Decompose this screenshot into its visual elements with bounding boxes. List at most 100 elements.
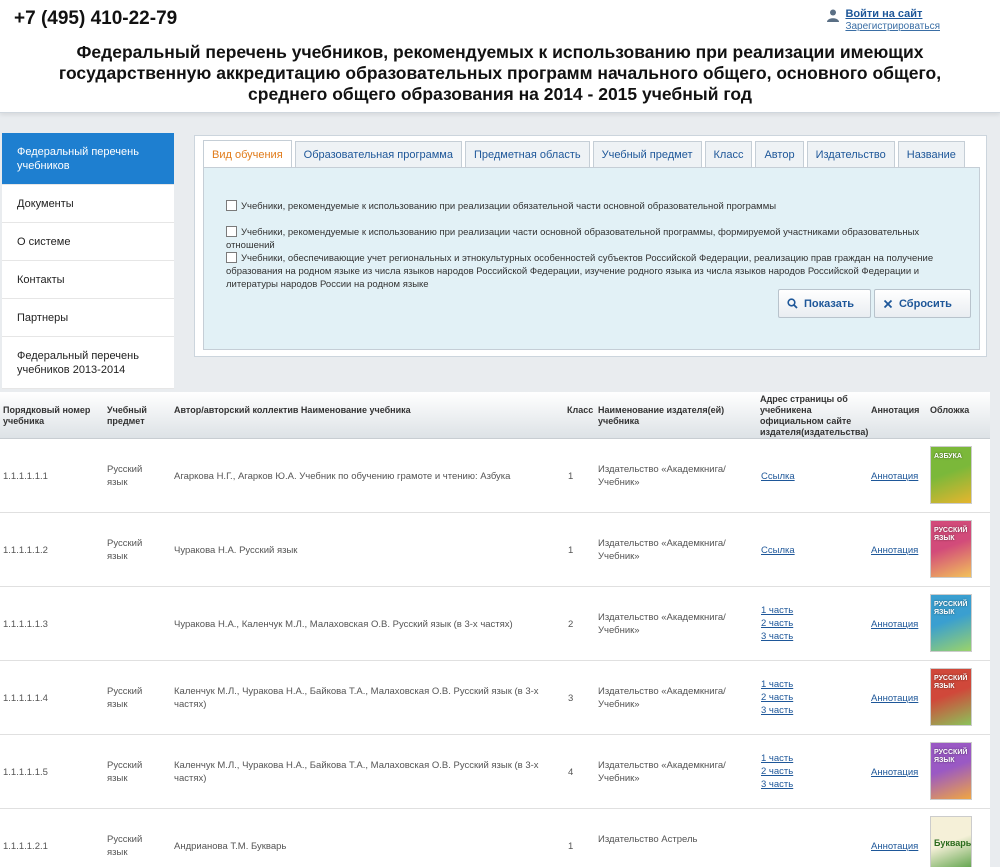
user-icon xyxy=(827,9,840,22)
cover-title: Букварь xyxy=(934,838,972,848)
publisher-link[interactable]: 1 часть xyxy=(761,678,793,691)
table-row: 1.1.1.1.2.1 Русский язык Андрианова Т.М. Б… xyxy=(0,809,990,867)
book-cover[interactable]: РУССКИЙ ЯЗЫК xyxy=(930,668,972,726)
cover-title: РУССКИЙ ЯЗЫК xyxy=(934,675,968,690)
sidebar-item-contacts[interactable]: Контакты xyxy=(2,261,174,299)
publisher-link[interactable]: 1 часть xyxy=(761,752,793,765)
book-cover[interactable]: Букварь xyxy=(930,816,972,867)
show-button-label: Показать xyxy=(804,297,854,310)
header-annotation: Аннотация xyxy=(871,405,920,415)
search-icon xyxy=(787,298,798,309)
publisher-link[interactable]: 2 часть xyxy=(761,765,793,778)
tab-subject[interactable]: Учебный предмет xyxy=(592,141,702,167)
cell-number: 1.1.1.1.1.4 xyxy=(3,693,48,704)
cell-author: Каленчук М.Л., Чуракова Н.А., Байкова Т.… xyxy=(174,760,539,784)
table-body: 1.1.1.1.1.1 Русский язык Агаркова Н.Г., Аг… xyxy=(0,439,990,867)
cell-number: 1.1.1.1.1.1 xyxy=(3,471,48,482)
filter-option: Учебники, обеспечивающие учет региональн… xyxy=(226,252,956,291)
cell-number: 1.1.1.1.1.2 xyxy=(3,545,48,556)
publisher-link[interactable]: 3 часть xyxy=(761,704,793,717)
table-row: 1.1.1.1.1.1 Русский язык Агаркова Н.Г., Аг… xyxy=(0,439,990,513)
show-button[interactable]: Показать xyxy=(778,289,871,318)
cell-publisher: Издательство Астрель xyxy=(598,834,698,845)
cell-subject: Русский язык xyxy=(107,464,143,488)
cell-grade: 2 xyxy=(568,619,574,630)
cell-grade: 3 xyxy=(568,693,574,704)
cell-subject: Русский язык xyxy=(107,834,143,858)
book-cover[interactable]: АЗБУКА xyxy=(930,446,972,504)
tab-grade[interactable]: Класс xyxy=(704,141,753,167)
sidebar-item-partners[interactable]: Партнеры xyxy=(2,299,174,337)
book-cover[interactable]: РУССКИЙ ЯЗЫК xyxy=(930,520,972,578)
cover-title: РУССКИЙ ЯЗЫК xyxy=(934,527,968,542)
option-label: Учебники, обеспечивающие учет региональн… xyxy=(226,253,934,290)
publisher-link[interactable]: 3 часть xyxy=(761,630,793,643)
checkbox[interactable] xyxy=(226,200,237,211)
cell-author: Чуракова Н.А., Каленчук М.Л., Малаховска… xyxy=(174,619,513,630)
tab-name[interactable]: Название xyxy=(897,141,965,167)
cell-number: 1.1.1.1.2.1 xyxy=(3,841,48,852)
cell-url: Ссылка xyxy=(761,470,795,483)
cell-publisher: Издательство «Академкнига/Учебник» xyxy=(598,612,726,636)
tab-author[interactable]: Автор xyxy=(755,141,804,167)
textbook-table: Порядковый номер учебника Учебный предме… xyxy=(0,392,990,867)
book-cover[interactable]: РУССКИЙ ЯЗЫК xyxy=(930,742,972,800)
register-link[interactable]: Зарегистрироваться xyxy=(845,21,940,32)
close-icon xyxy=(883,299,893,308)
header-author: Автор/авторский коллектив Наименование у… xyxy=(174,405,411,415)
cell-author: Каленчук М.Л., Чуракова Н.А., Байкова Т.… xyxy=(174,686,539,710)
table-row: 1.1.1.1.1.3 Чуракова Н.А., Каленчук М.Л.,… xyxy=(0,587,990,661)
publisher-link[interactable]: 1 часть xyxy=(761,604,793,617)
page-title: Федеральный перечень учебников, рекоменд… xyxy=(58,42,942,104)
cell-number: 1.1.1.1.1.3 xyxy=(3,619,48,630)
phone-number: +7 (495) 410-22-79 xyxy=(14,8,178,29)
option-label: Учебники, рекомендуемые к использованию … xyxy=(226,227,920,251)
cell-publisher: Издательство «Академкнига/Учебник» xyxy=(598,760,726,784)
publisher-link[interactable]: 2 часть xyxy=(761,617,793,630)
sidebar: Федеральный перечень учебников Документы… xyxy=(2,133,174,389)
table-row: 1.1.1.1.1.5 Русский язык Каленчук М.Л., Чу… xyxy=(0,735,990,809)
cover-title: РУССКИЙ ЯЗЫК xyxy=(934,749,968,764)
header-cover: Обложка xyxy=(930,405,970,415)
publisher-link[interactable]: 3 часть xyxy=(761,778,793,791)
option-label: Учебники, рекомендуемые к использованию … xyxy=(241,201,777,212)
publisher-link[interactable]: Ссылка xyxy=(761,470,795,483)
annotation-link[interactable]: Аннотация xyxy=(871,692,918,705)
book-cover[interactable]: РУССКИЙ ЯЗЫК xyxy=(930,594,972,652)
header-subject: Учебный предмет xyxy=(107,405,147,426)
header-number: Порядковый номер учебника xyxy=(3,405,91,426)
checkbox[interactable] xyxy=(226,252,237,263)
reset-button[interactable]: Сбросить xyxy=(874,289,971,318)
annotation-link[interactable]: Аннотация xyxy=(871,470,918,483)
header-url: Адрес страницы об учебникена официальном… xyxy=(760,394,869,437)
checkbox[interactable] xyxy=(226,226,237,237)
site-header: +7 (495) 410-22-79 Войти на сайт Зарегис… xyxy=(0,0,1000,113)
cell-url: Ссылка xyxy=(761,544,795,557)
publisher-link[interactable]: 2 часть xyxy=(761,691,793,704)
annotation-link[interactable]: Аннотация xyxy=(871,840,918,853)
cell-grade: 1 xyxy=(568,545,574,556)
sidebar-item-about[interactable]: О системе xyxy=(2,223,174,261)
sidebar-item-documents[interactable]: Документы xyxy=(2,185,174,223)
cell-author: Андрианова Т.М. Букварь xyxy=(174,841,287,852)
tab-subject-area[interactable]: Предметная область xyxy=(464,141,590,167)
annotation-link[interactable]: Аннотация xyxy=(871,618,918,631)
tab-education-type[interactable]: Вид обучения xyxy=(203,140,292,168)
publisher-link[interactable]: Ссылка xyxy=(761,544,795,557)
sidebar-item-federal-list-2013[interactable]: Федеральный перечень учебников 2013-2014 xyxy=(2,337,174,389)
cell-subject: Русский язык xyxy=(107,538,143,562)
annotation-link[interactable]: Аннотация xyxy=(871,766,918,779)
table-row: 1.1.1.1.1.2 Русский язык Чуракова Н.А. Рус… xyxy=(0,513,990,587)
tab-program[interactable]: Образовательная программа xyxy=(294,141,462,167)
signin-link[interactable]: Войти на сайт xyxy=(845,8,940,20)
sidebar-item-federal-list[interactable]: Федеральный перечень учебников xyxy=(2,133,174,185)
filter-panel: Вид обучения Образовательная программа П… xyxy=(194,135,987,357)
cell-author: Чуракова Н.А. Русский язык xyxy=(174,545,298,556)
cell-number: 1.1.1.1.1.5 xyxy=(3,767,48,778)
annotation-link[interactable]: Аннотация xyxy=(871,544,918,557)
tab-publisher[interactable]: Издательство xyxy=(806,141,895,167)
filter-option: Учебники, рекомендуемые к использованию … xyxy=(226,200,926,213)
login-block: Войти на сайт Зарегистрироваться xyxy=(827,8,940,32)
cell-subject: Русский язык xyxy=(107,760,143,784)
table-header: Порядковый номер учебника Учебный предме… xyxy=(0,392,990,439)
